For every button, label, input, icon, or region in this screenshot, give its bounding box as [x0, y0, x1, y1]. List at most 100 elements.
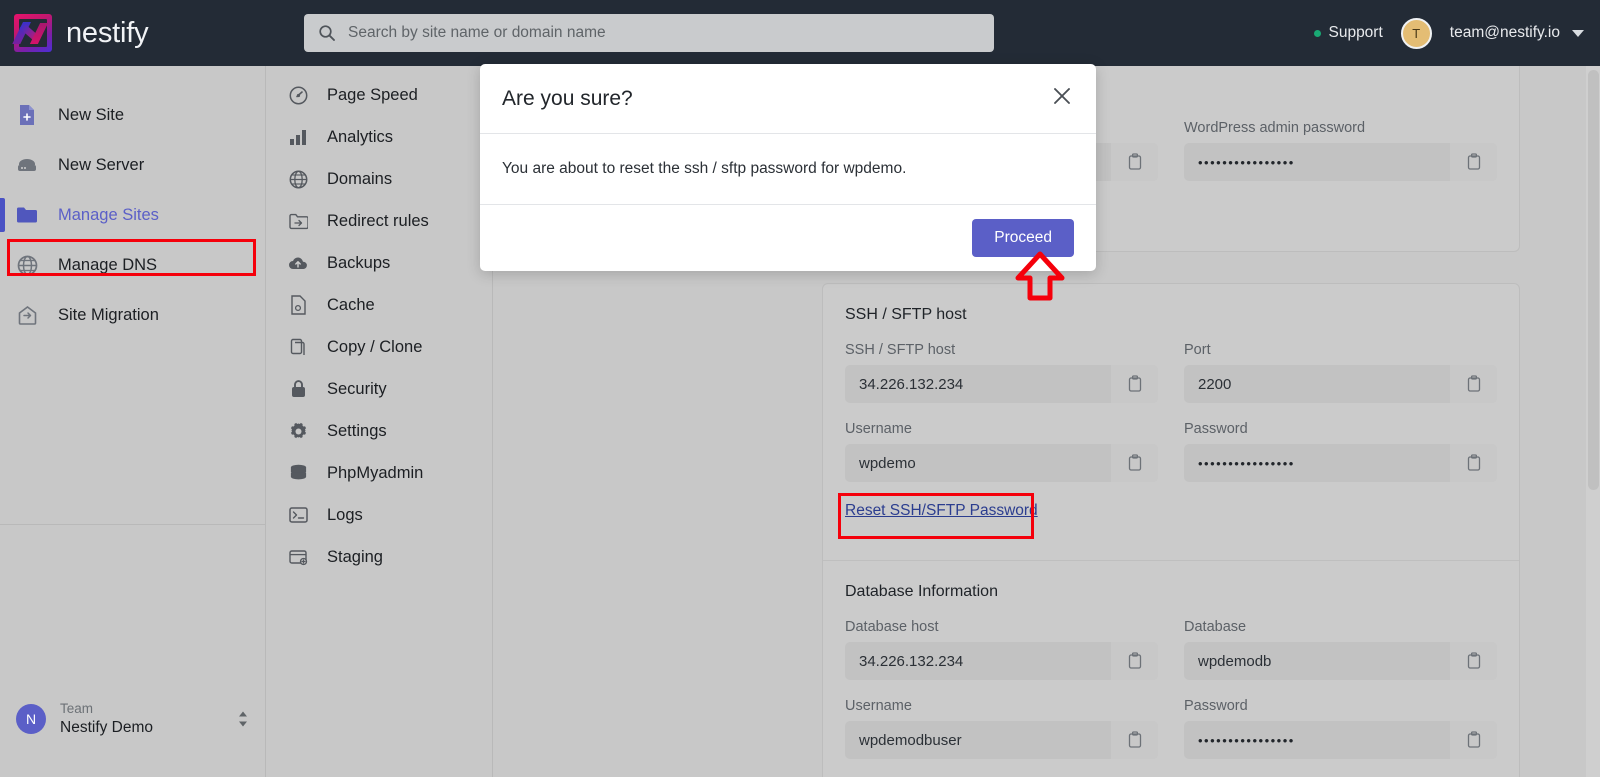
field-wp-admin-password: WordPress admin password •••••••••••••••…: [1184, 120, 1497, 181]
field-ssh-port: Port 2200: [1184, 342, 1497, 403]
submenu-item-label: Domains: [327, 169, 393, 188]
database-icon: [287, 464, 309, 482]
submenu-item-phpmyadmin[interactable]: PhpMyadmin: [267, 452, 492, 494]
db-password-value: ••••••••••••••••: [1198, 732, 1295, 748]
sidebar-item-label: Manage DNS: [58, 255, 158, 274]
copy-button[interactable]: [1449, 642, 1497, 680]
field-db-name: Database wpdemodb: [1184, 619, 1497, 680]
app-root: nestify Search by site name or domain na…: [0, 0, 1600, 777]
ssh-host-value: 34.226.132.234: [859, 375, 964, 393]
submenu-item-analytics[interactable]: Analytics: [267, 116, 492, 158]
terminal-icon: [287, 507, 309, 523]
field-db-host: Database host 34.226.132.234: [845, 619, 1158, 680]
sidebar-item-new-server[interactable]: New Server: [0, 146, 265, 184]
submenu-item-staging[interactable]: Staging: [267, 536, 492, 578]
top-bar: nestify Search by site name or domain na…: [0, 0, 1600, 66]
new-site-icon: [14, 104, 40, 126]
sidebar-divider: [0, 524, 265, 525]
field-db-username: Username wpdemodbuser: [845, 698, 1158, 759]
copy-button[interactable]: [1449, 365, 1497, 403]
copy-button[interactable]: [1110, 444, 1158, 482]
reset-password-link-wrapper: Reset SSH/SFTP Password: [838, 493, 1038, 539]
sidebar-item-manage-sites[interactable]: Manage Sites: [0, 196, 265, 234]
search-icon: [318, 24, 336, 42]
search-container[interactable]: Search by site name or domain name: [304, 14, 994, 52]
dialog-body-text: You are about to reset the ssh / sftp pa…: [480, 134, 1096, 205]
support-label: Support: [1328, 24, 1383, 41]
sidebar-item-manage-dns[interactable]: Manage DNS: [0, 246, 265, 284]
server-icon: [14, 157, 40, 173]
submenu-item-security[interactable]: Security: [267, 368, 492, 410]
db-host-label: Database host: [845, 619, 939, 635]
copy-button[interactable]: [1110, 721, 1158, 759]
brand-name: nestify: [66, 16, 149, 49]
sidebar-item-label: New Server: [58, 155, 145, 174]
db-host-value: 34.226.132.234: [859, 652, 964, 670]
page-scrollbar[interactable]: [1586, 66, 1600, 777]
folder-icon: [14, 206, 40, 224]
gear-icon: [287, 422, 309, 441]
sidebar-item-label: Site Migration: [58, 305, 159, 324]
submenu-item-label: Logs: [327, 505, 363, 524]
team-label: Team: [60, 700, 94, 716]
confirm-dialog: Are you sure? You are about to reset the…: [480, 64, 1096, 271]
user-email-label[interactable]: team@nestify.io: [1450, 24, 1560, 42]
ssh-password-label: Password: [1184, 421, 1248, 437]
submenu-item-label: Security: [327, 379, 387, 398]
database-section: Database Information Database host 34.22…: [823, 560, 1519, 777]
red-up-arrow-annotation: [1014, 250, 1066, 307]
brand[interactable]: nestify: [0, 14, 266, 52]
copy-button[interactable]: [1110, 143, 1158, 181]
support-button[interactable]: Support: [1314, 24, 1383, 42]
submenu-item-label: Analytics: [327, 127, 394, 146]
submenu-item-backups[interactable]: Backups: [267, 242, 492, 284]
redirect-folder-icon: [287, 213, 309, 230]
sidebar-item-label: Manage Sites: [58, 205, 159, 224]
chevron-down-icon[interactable]: [1572, 29, 1584, 37]
submenu-item-redirect-rules[interactable]: Redirect rules: [267, 200, 492, 242]
reset-ssh-sftp-password-link[interactable]: Reset SSH/SFTP Password: [845, 502, 1038, 519]
field-ssh-password: Password ••••••••••••••••: [1184, 421, 1497, 482]
sidebar-item-site-migration[interactable]: Site Migration: [0, 296, 265, 334]
copy-button[interactable]: [1449, 143, 1497, 181]
search-input[interactable]: Search by site name or domain name: [348, 24, 606, 42]
copy-button[interactable]: [1449, 721, 1497, 759]
submenu-item-copy-clone[interactable]: Copy / Clone: [267, 326, 492, 368]
submenu-item-cache[interactable]: Cache: [267, 284, 492, 326]
globe-icon: [14, 255, 40, 276]
sidebar-item-new-site[interactable]: New Site: [0, 96, 265, 134]
team-switcher[interactable]: N Team Nestify Demo: [0, 687, 265, 777]
lock-icon: [287, 379, 309, 399]
field-ssh-host: SSH / SFTP host 34.226.132.234: [845, 342, 1158, 403]
scrollbar-thumb[interactable]: [1588, 70, 1599, 490]
team-avatar: N: [16, 704, 46, 734]
ssh-port-label: Port: [1184, 342, 1211, 358]
field-ssh-username: Username wpdemo: [845, 421, 1158, 482]
submenu-item-label: Staging: [327, 547, 383, 566]
ssh-username-label: Username: [845, 421, 912, 437]
sidebar-nav: New Site New Server Manage Sites Manage …: [0, 66, 265, 525]
submenu-item-settings[interactable]: Settings: [267, 410, 492, 452]
submenu-item-label: PhpMyadmin: [327, 463, 424, 482]
close-icon[interactable]: [1050, 84, 1074, 113]
submenu-item-domains[interactable]: Domains: [267, 158, 492, 200]
db-password-label: Password: [1184, 698, 1248, 714]
team-name: Nestify Demo: [60, 718, 154, 736]
copy-button[interactable]: [1110, 642, 1158, 680]
submenu-item-logs[interactable]: Logs: [267, 494, 492, 536]
globe-icon: [287, 170, 309, 189]
ssh-section-title: SSH / SFTP host: [845, 306, 967, 323]
speedometer-icon: [287, 86, 309, 105]
submenu-item-label: Backups: [327, 253, 391, 272]
avatar[interactable]: T: [1400, 17, 1432, 49]
copy-icon: [287, 338, 309, 357]
wp-password-value: ••••••••••••••••: [1198, 154, 1295, 170]
copy-button[interactable]: [1110, 365, 1158, 403]
migration-icon: [14, 305, 40, 326]
ssh-host-label: SSH / SFTP host: [845, 342, 956, 358]
dialog-footer: Proceed: [480, 205, 1096, 271]
submenu-item-page-speed[interactable]: Page Speed: [267, 74, 492, 116]
db-username-label: Username: [845, 698, 912, 714]
copy-button[interactable]: [1449, 444, 1497, 482]
chevron-up-down-icon[interactable]: [237, 710, 249, 728]
